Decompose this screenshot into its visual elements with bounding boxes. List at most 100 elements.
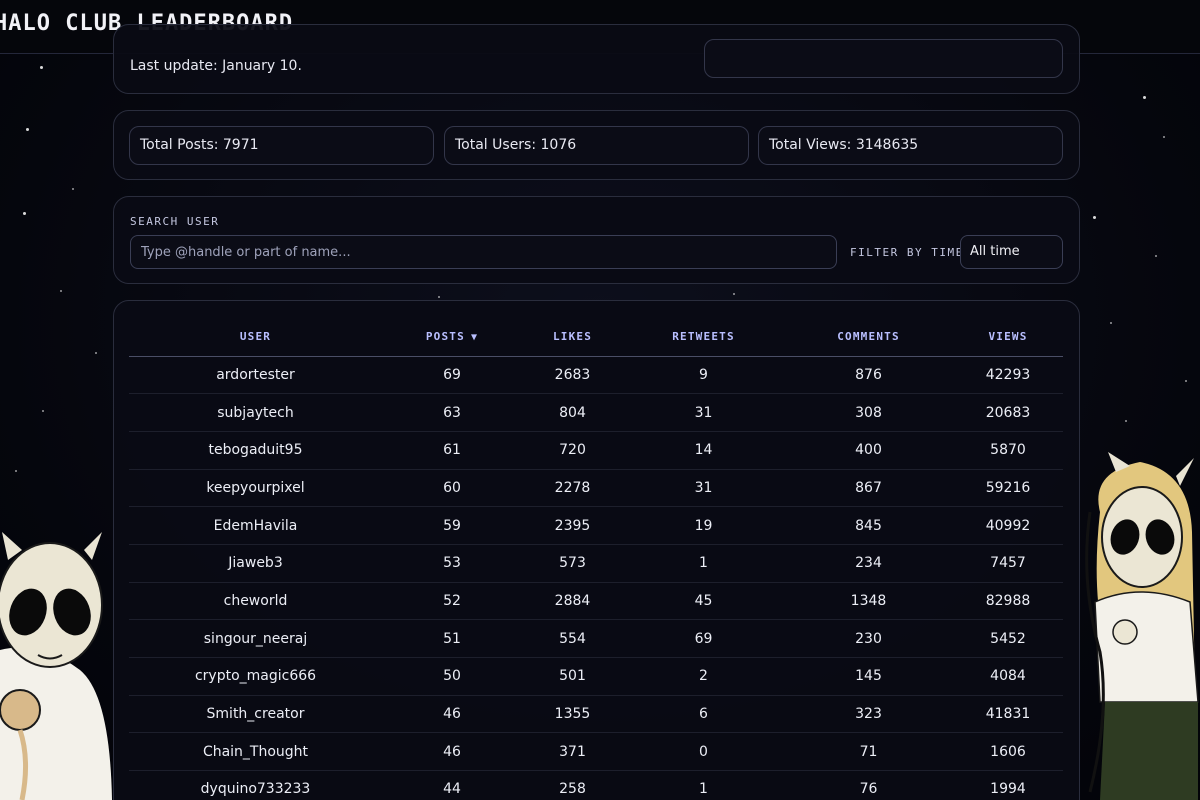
cell-user[interactable]: dyquino733233 [129,770,382,800]
cell-retweets: 1 [623,544,784,583]
table-row[interactable]: EdemHavila 59 2395 19 845 40992 [129,506,1063,545]
column-header-retweets[interactable]: RETWEETS [623,317,784,357]
cell-user[interactable]: EdemHavila [129,506,382,545]
table-body: ardortester 69 2683 9 876 42293 subjaytech 63 80… [129,356,1063,800]
cell-user[interactable]: Chain_Thought [129,732,382,772]
table-row[interactable]: subjaytech 63 804 31 308 20683 [129,393,1063,432]
cell-views: 20683 [953,393,1063,432]
star [1185,380,1187,382]
cell-retweets: 31 [623,469,784,508]
star [40,66,43,69]
cell-user[interactable]: Smith_creator [129,695,382,734]
cell-retweets: 14 [623,431,784,470]
search-panel: SEARCH USER FILTER BY TIME: All time [113,196,1080,284]
search-user-label: SEARCH USER [130,215,220,228]
star [1155,255,1157,257]
cell-posts: 60 [382,469,522,508]
cell-posts: 69 [382,356,522,395]
total-views-stat: Total Views: 3148635 [758,126,1063,165]
cell-posts: 51 [382,619,522,658]
table-header-row: USER POSTS ▼ LIKES RETWEETS COMMENTS VIEW… [129,317,1063,357]
cell-comments: 71 [784,732,953,772]
table-row[interactable]: keepyourpixel 60 2278 31 867 59216 [129,469,1063,508]
cell-retweets: 0 [623,732,784,772]
star [72,188,74,190]
cell-retweets: 69 [623,619,784,658]
header-box [704,39,1063,78]
cell-likes: 1355 [522,695,623,734]
table-row[interactable]: Jiaweb3 53 573 1 234 7457 [129,544,1063,583]
cell-comments: 323 [784,695,953,734]
star [733,293,735,295]
cell-retweets: 19 [623,506,784,545]
star [42,410,44,412]
cell-retweets: 31 [623,393,784,432]
column-header-posts[interactable]: POSTS ▼ [382,317,522,357]
cell-views: 59216 [953,469,1063,508]
column-header-likes[interactable]: LIKES [522,317,623,357]
cell-views: 1606 [953,732,1063,772]
cell-likes: 2278 [522,469,623,508]
total-users-stat: Total Users: 1076 [444,126,749,165]
table-row[interactable]: ardortester 69 2683 9 876 42293 [129,356,1063,395]
cell-comments: 845 [784,506,953,545]
cell-views: 4084 [953,657,1063,696]
cell-comments: 1348 [784,582,953,621]
last-update-text: Last update: January 10. [130,58,302,74]
table-row[interactable]: tebogaduit95 61 720 14 400 5870 [129,431,1063,470]
table-row[interactable]: dyquino733233 44 258 1 76 1994 [129,770,1063,800]
time-filter-select[interactable]: All time [960,235,1063,269]
column-header-user[interactable]: USER [129,317,382,357]
cell-user[interactable]: keepyourpixel [129,469,382,508]
star [1125,420,1127,422]
star [1163,136,1165,138]
cell-retweets: 9 [623,356,784,395]
cell-posts: 53 [382,544,522,583]
leaderboard-table: USER POSTS ▼ LIKES RETWEETS COMMENTS VIEW… [129,317,1063,800]
cell-comments: 76 [784,770,953,800]
cell-retweets: 1 [623,770,784,800]
cell-user[interactable]: tebogaduit95 [129,431,382,470]
cell-posts: 61 [382,431,522,470]
table-row[interactable]: cheworld 52 2884 45 1348 82988 [129,582,1063,621]
stats-panel: Total Posts: 7971 Total Users: 1076 Tota… [113,110,1080,180]
cell-views: 7457 [953,544,1063,583]
cell-user[interactable]: singour_neeraj [129,619,382,658]
leaderboard-panel: USER POSTS ▼ LIKES RETWEETS COMMENTS VIEW… [113,300,1080,800]
cell-retweets: 2 [623,657,784,696]
cell-user[interactable]: crypto_magic666 [129,657,382,696]
cell-views: 40992 [953,506,1063,545]
cell-retweets: 6 [623,695,784,734]
table-row[interactable]: singour_neeraj 51 554 69 230 5452 [129,619,1063,658]
star [1093,216,1096,219]
cell-posts: 52 [382,582,522,621]
cell-views: 5870 [953,431,1063,470]
star [1143,96,1146,99]
header-panel: Last update: January 10. [113,24,1080,94]
cell-comments: 145 [784,657,953,696]
cell-comments: 876 [784,356,953,395]
search-user-input[interactable] [130,235,837,269]
cell-user[interactable]: cheworld [129,582,382,621]
alien-devil-character-left [0,532,112,800]
table-row[interactable]: crypto_magic666 50 501 2 145 4084 [129,657,1063,696]
cell-user[interactable]: subjaytech [129,393,382,432]
table-row[interactable]: Chain_Thought 46 371 0 71 1606 [129,732,1063,772]
cell-likes: 501 [522,657,623,696]
column-header-views[interactable]: VIEWS [953,317,1063,357]
cell-views: 41831 [953,695,1063,734]
cell-views: 42293 [953,356,1063,395]
star [95,352,97,354]
column-header-comments[interactable]: COMMENTS [784,317,953,357]
cell-likes: 804 [522,393,623,432]
cell-posts: 63 [382,393,522,432]
cell-comments: 400 [784,431,953,470]
total-posts-stat: Total Posts: 7971 [129,126,434,165]
star [23,212,26,215]
cell-posts: 44 [382,770,522,800]
cell-user[interactable]: ardortester [129,356,382,395]
table-row[interactable]: Smith_creator 46 1355 6 323 41831 [129,695,1063,734]
cell-likes: 258 [522,770,623,800]
cell-user[interactable]: Jiaweb3 [129,544,382,583]
cell-likes: 2884 [522,582,623,621]
